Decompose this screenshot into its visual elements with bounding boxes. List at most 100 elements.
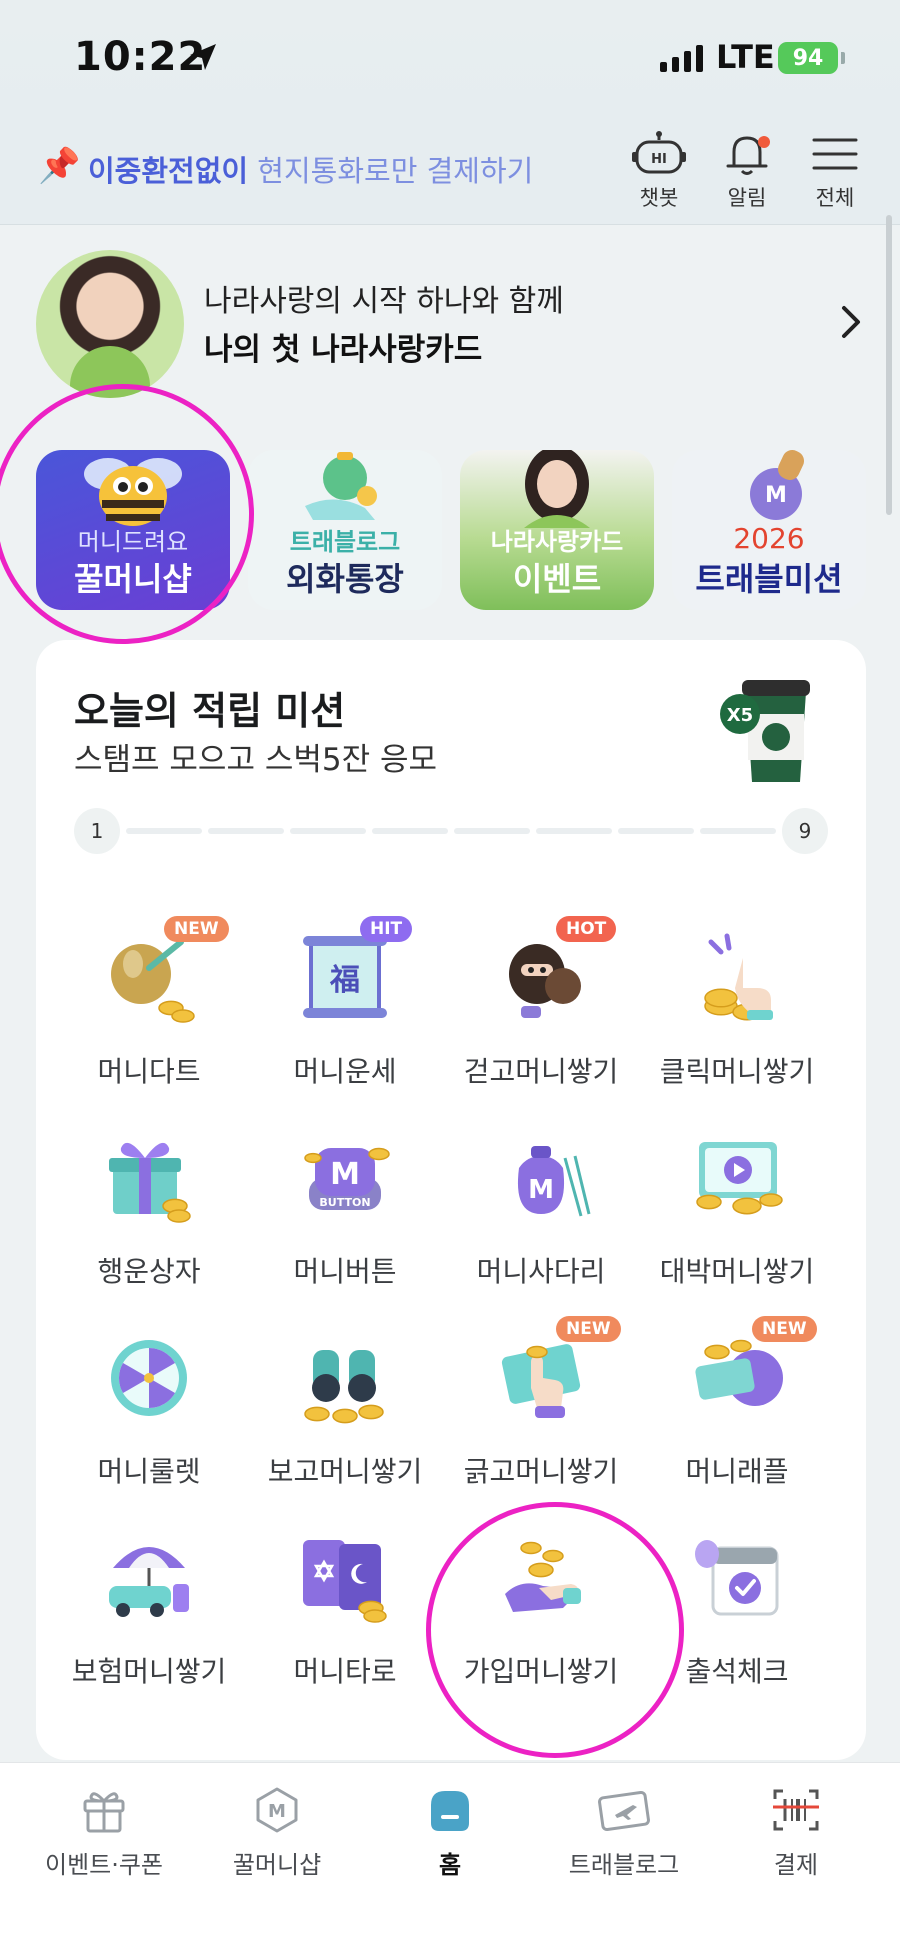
tab-label: 트래블로그 — [568, 1851, 680, 1879]
tab-payment[interactable]: 결제 — [706, 1785, 886, 1880]
banner-subtitle: 나라사랑의 시작 하나와 함께 — [204, 284, 564, 319]
shortcut-line2: 이벤트 — [512, 560, 602, 598]
highlight-circle — [0, 384, 254, 644]
svg-text:HI: HI — [651, 152, 667, 167]
mission-name: 머니사다리 — [476, 1255, 606, 1288]
mission-name: 클릭머니쌓기 — [659, 1055, 815, 1088]
model-avatar-image — [36, 250, 184, 398]
scrollbar[interactable] — [886, 215, 892, 515]
battery-level: 94 — [792, 45, 824, 71]
mission-tile[interactable]: 福 HIT 머니운세 — [250, 910, 440, 1110]
money-bag-ladder-icon: M — [517, 1146, 591, 1217]
banner-title: 나의 첫 나라사랑카드 — [204, 332, 483, 368]
scratch-ticket-icon — [501, 1344, 581, 1418]
mission-name: 긁고머니쌓기 — [463, 1455, 619, 1488]
menu-button[interactable]: 전체 — [800, 130, 870, 212]
roulette-icon — [111, 1340, 187, 1416]
mission-tile[interactable]: NEW 긁고머니쌓기 — [446, 1310, 636, 1510]
travel-ticket-icon — [598, 1790, 650, 1832]
progress-end: 9 — [782, 808, 828, 854]
notification-button[interactable]: 알림 — [712, 130, 782, 212]
tab-home[interactable]: 홈 — [360, 1785, 540, 1880]
mission-name: 머니래플 — [685, 1455, 789, 1488]
svg-text:M: M — [765, 483, 787, 508]
mission-tile[interactable]: 머니타로 — [250, 1510, 440, 1710]
progress-segment — [454, 828, 530, 834]
mission-name: 머니타로 — [293, 1655, 397, 1688]
gift-box-icon — [109, 1142, 191, 1223]
network-type: LTE — [716, 38, 775, 76]
narasarang-card-banner[interactable]: 나라사랑의 시작 하나와 함께 나의 첫 나라사랑카드 — [36, 250, 866, 400]
tarot-cards-icon — [303, 1540, 387, 1623]
location-arrow-icon — [190, 44, 216, 70]
tab-label: 결제 — [773, 1851, 819, 1879]
mission-tile[interactable]: 머니룰렛 — [54, 1310, 244, 1510]
badge-new: NEW — [752, 1316, 817, 1342]
svg-text:M: M — [330, 1157, 360, 1192]
svg-text:福: 福 — [329, 963, 360, 998]
gift-icon — [83, 1792, 125, 1833]
chevron-right-icon — [842, 306, 860, 338]
shortcut-travelog-fx-account[interactable]: 트래블로그 외화통장 — [248, 450, 442, 610]
stamp-progress: 1 9 — [74, 808, 828, 854]
progress-segment — [536, 828, 612, 834]
progress-segment — [208, 828, 284, 834]
mission-tile[interactable]: M BUTTON 머니버튼 — [250, 1110, 440, 1310]
binoculars-icon — [304, 1350, 384, 1424]
svg-text:BUTTON: BUTTON — [319, 1196, 370, 1209]
mission-tile[interactable]: 행운상자 — [54, 1110, 244, 1310]
signal-icon — [660, 44, 703, 72]
clock: 10:22 — [74, 34, 207, 80]
mission-name: 걷고머니쌓기 — [463, 1055, 619, 1088]
shortcut-line1: 2026 — [733, 522, 805, 555]
shortcut-2026-travel-mission[interactable]: M 2026 트래블미션 — [672, 450, 866, 610]
battery-icon: 94 — [778, 42, 845, 74]
mission-tile[interactable]: M 머니사다리 — [446, 1110, 636, 1310]
notification-dot — [758, 136, 770, 148]
promo-text: 현지통화로만 결제하기 — [248, 154, 534, 188]
pushpin-icon: 📌 — [38, 146, 81, 186]
stamp-icon: M — [750, 450, 805, 520]
raffle-icon — [695, 1339, 783, 1406]
mission-title: 오늘의 적립 미션 — [74, 689, 346, 733]
svg-text:M: M — [528, 1175, 554, 1205]
tab-label: 꿀머니샵 — [232, 1851, 322, 1879]
mission-tile[interactable]: 보고머니쌓기 — [250, 1310, 440, 1510]
shortcut-line1: 나라사랑카드 — [490, 528, 624, 556]
mission-name: 대박머니쌓기 — [659, 1255, 815, 1288]
promo-link[interactable]: 이중환전없이 현지통화로만 결제하기 — [88, 148, 533, 190]
chatbot-label: 챗봇 — [639, 186, 679, 210]
mission-name: 보고머니쌓기 — [267, 1455, 423, 1488]
mission-name: 행운상자 — [97, 1255, 201, 1288]
walking-character-icon — [509, 944, 581, 1018]
progress-segment — [700, 828, 776, 834]
tab-travelog[interactable]: 트래블로그 — [534, 1785, 714, 1880]
shortcut-line1: 트래블로그 — [289, 528, 401, 556]
mission-tile[interactable]: NEW 머니래플 — [642, 1310, 832, 1510]
money-button-icon: M BUTTON — [304, 1147, 390, 1210]
tab-label: 홈 — [438, 1851, 462, 1879]
shortcut-line2: 트래블미션 — [695, 560, 843, 598]
mission-name: 머니룰렛 — [97, 1455, 201, 1488]
mission-tile[interactable]: 대박머니쌓기 — [642, 1110, 832, 1310]
shortcut-narasarang-event[interactable]: 나라사랑카드 이벤트 — [460, 450, 654, 610]
badge-hit: HIT — [360, 916, 413, 942]
mission-tile[interactable]: NEW 머니다트 — [54, 910, 244, 1110]
mission-name: 머니다트 — [97, 1055, 201, 1088]
mission-tile[interactable]: 클릭머니쌓기 — [642, 910, 832, 1110]
tab-event-coupon[interactable]: 이벤트·쿠폰 — [14, 1785, 194, 1880]
insurance-car-umbrella-icon — [109, 1547, 189, 1617]
bottom-tab-bar: 이벤트·쿠폰 M 꿀머니샵 홈 트래블로그 결제 — [0, 1762, 900, 1947]
tab-label: 이벤트·쿠폰 — [44, 1851, 164, 1879]
progress-segment — [618, 828, 694, 834]
chatbot-icon: HI — [632, 131, 686, 174]
chatbot-button[interactable]: HI 챗봇 — [624, 130, 694, 212]
promo-bold-text: 이중환전없이 — [88, 154, 249, 188]
mission-tile[interactable]: HOT 걷고머니쌓기 — [446, 910, 636, 1110]
fortune-scroll-icon: 福 — [303, 936, 387, 1018]
coffee-cup-icon: X5 — [720, 680, 810, 782]
svg-text:X5: X5 — [727, 705, 753, 726]
progress-segment — [290, 828, 366, 834]
mission-tile[interactable]: 보험머니쌓기 — [54, 1510, 244, 1710]
tab-honey-money-shop[interactable]: M 꿀머니샵 — [187, 1785, 367, 1880]
